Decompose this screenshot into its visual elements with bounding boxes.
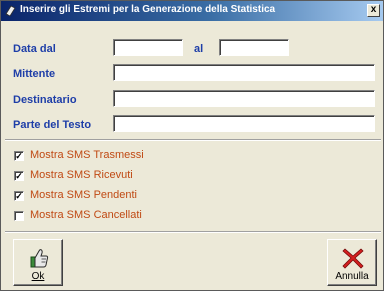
close-icon: x xyxy=(370,4,377,15)
text-part-label: Parte del Testo xyxy=(13,119,92,131)
checkbox-pending[interactable]: ✓ xyxy=(14,191,24,201)
date-from-input[interactable] xyxy=(113,39,183,56)
sender-label: Mittente xyxy=(13,68,56,80)
option-deleted-label: Mostra SMS Cancellati xyxy=(30,209,142,221)
ok-label: Ok xyxy=(14,271,62,282)
recipient-input[interactable] xyxy=(113,90,375,107)
option-sent-label: Mostra SMS Trasmessi xyxy=(30,149,144,161)
separator xyxy=(5,139,381,141)
date-to-label: al xyxy=(194,43,204,55)
cancel-button[interactable]: Annulla xyxy=(327,239,377,286)
cancel-label: Annulla xyxy=(335,271,369,282)
ok-label-text: Ok xyxy=(31,271,45,282)
date-to-input[interactable] xyxy=(219,39,289,56)
option-received-label: Mostra SMS Ricevuti xyxy=(30,169,133,181)
thumbs-up-icon xyxy=(30,249,49,268)
checkbox-received[interactable]: ✓ xyxy=(14,171,24,181)
ok-button[interactable]: Ok xyxy=(13,239,63,286)
option-pending-label: Mostra SMS Pendenti xyxy=(30,189,137,201)
statistics-dialog: Inserire gli Estremi per la Generazione … xyxy=(0,0,384,291)
date-from-label: Data dal xyxy=(13,43,56,55)
separator xyxy=(5,231,381,233)
text-part-input[interactable] xyxy=(113,115,375,132)
app-icon xyxy=(5,5,16,17)
title-bar[interactable]: Inserire gli Estremi per la Generazione … xyxy=(1,1,383,21)
checkbox-sent[interactable]: ✓ xyxy=(14,151,24,161)
close-button[interactable]: x xyxy=(367,4,380,17)
window-title: Inserire gli Estremi per la Generazione … xyxy=(20,4,276,15)
sender-input[interactable] xyxy=(113,64,375,81)
red-x-icon xyxy=(342,248,364,269)
checkbox-deleted[interactable] xyxy=(14,211,24,221)
recipient-label: Destinatario xyxy=(13,94,77,106)
